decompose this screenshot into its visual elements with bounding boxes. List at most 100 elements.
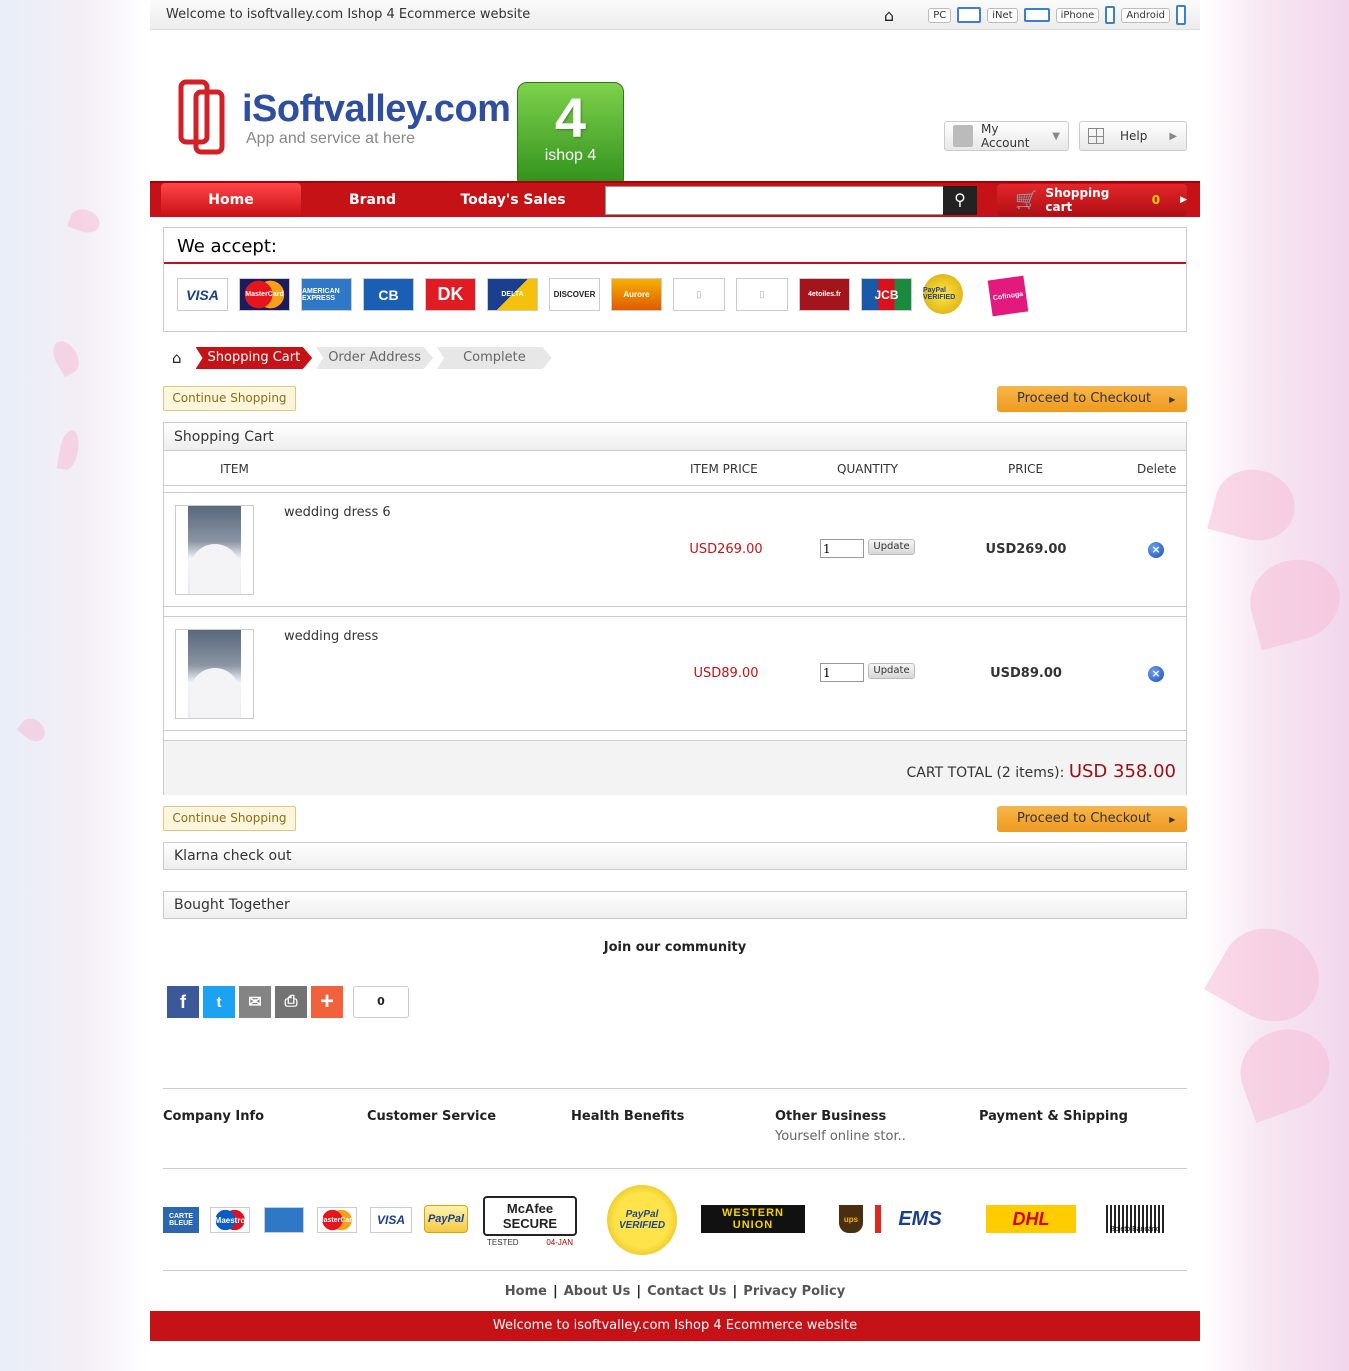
carte-bleue-logo: CARTE BLEUE bbox=[163, 1207, 199, 1233]
delta-card-logo: DELTA bbox=[487, 278, 538, 311]
device-switcher: PC iNet iPhone Android bbox=[928, 5, 1186, 25]
footer-link-home[interactable]: Home bbox=[505, 1284, 547, 1299]
continue-shopping-button[interactable]: Continue Shopping bbox=[163, 386, 296, 411]
shopping-cart-button[interactable]: 🛒 Shopping cart 0 ▶ bbox=[997, 184, 1187, 216]
bought-together-panel[interactable]: Bought Together bbox=[163, 891, 1187, 919]
product-name[interactable]: wedding dress 6 bbox=[284, 505, 391, 520]
quantity-input[interactable] bbox=[820, 663, 864, 682]
mastercard-logo: MasterCard bbox=[317, 1207, 357, 1233]
footer-link-privacy[interactable]: Privacy Policy bbox=[743, 1284, 845, 1299]
footer-link-separator: | bbox=[636, 1284, 642, 1299]
logo-tagline: App and service at here bbox=[246, 130, 415, 147]
nav-home[interactable]: Home bbox=[161, 183, 301, 217]
product-name[interactable]: wedding dress bbox=[284, 629, 378, 644]
welcome-text: Welcome to isoftvalley.com Ishop 4 Ecomm… bbox=[166, 7, 531, 22]
accepted-cards: VISA MasterCard AMERICAN EXPRESS CB DK D… bbox=[177, 274, 1029, 317]
footer-other-business-link[interactable]: Yourself online stor.. bbox=[775, 1129, 906, 1144]
delete-icon[interactable]: × bbox=[1148, 666, 1164, 682]
dk-card-logo: DK bbox=[425, 278, 476, 311]
ems-logo: EMS bbox=[875, 1205, 959, 1233]
proceed-to-checkout-button[interactable]: Proceed to Checkout ▶ bbox=[997, 386, 1187, 412]
chevron-right-icon: ▶ bbox=[1180, 195, 1187, 205]
footer-customer-service[interactable]: Customer Service bbox=[367, 1109, 496, 1124]
share-plus-icon[interactable]: + bbox=[311, 986, 343, 1018]
share-bar: f t ✉ ⎙ + 0 bbox=[167, 986, 409, 1018]
col-item: ITEM bbox=[220, 462, 249, 476]
mcafee-date: 04-JAN bbox=[546, 1237, 573, 1247]
visa-card-logo: VISA bbox=[177, 278, 228, 311]
discover-card-logo: DISCOVER bbox=[549, 278, 600, 311]
footer-link-contact[interactable]: Contact Us bbox=[647, 1284, 726, 1299]
footer-payment-shipping[interactable]: Payment & Shipping bbox=[979, 1109, 1128, 1124]
caret-right-icon: ▶ bbox=[1169, 395, 1176, 404]
line-price: USD269.00 bbox=[985, 542, 1067, 557]
home-icon[interactable]: ⌂ bbox=[884, 6, 894, 25]
visa-logo: VISA bbox=[370, 1207, 412, 1233]
background-petal bbox=[67, 205, 103, 237]
footer-company-info[interactable]: Company Info bbox=[163, 1109, 264, 1124]
chevron-right-icon: ▶ bbox=[1169, 130, 1178, 142]
email-icon[interactable]: ✉ bbox=[239, 986, 271, 1018]
4etoiles-card-logo: 4etoiles.fr bbox=[799, 278, 850, 311]
quantity-input[interactable] bbox=[820, 539, 864, 558]
ishop-badge: 4 ishop 4 bbox=[517, 82, 624, 189]
col-quantity: QUANTITY bbox=[837, 462, 898, 476]
mcafee-badge: McAfee SECURE bbox=[483, 1195, 577, 1236]
twitter-icon[interactable]: t bbox=[203, 986, 235, 1018]
background-petal bbox=[47, 336, 85, 378]
broken-image-icon: ▯ bbox=[736, 278, 788, 311]
cart-total: CART TOTAL (2 items): USD 358.00 bbox=[907, 761, 1176, 782]
background-petal bbox=[56, 428, 82, 472]
phone-icon[interactable] bbox=[1105, 6, 1116, 24]
update-button[interactable]: Update bbox=[868, 539, 915, 555]
device-pc-label[interactable]: PC bbox=[928, 7, 952, 23]
continue-shopping-button[interactable]: Continue Shopping bbox=[163, 806, 296, 831]
cart-row: wedding dress 6 USD269.00 Update USD269.… bbox=[164, 492, 1186, 607]
product-thumbnail[interactable] bbox=[175, 629, 254, 719]
footer-bottom-bar: Welcome to isoftvalley.com Ishop 4 Ecomm… bbox=[150, 1311, 1200, 1341]
paypal-logo: PayPal bbox=[424, 1205, 468, 1233]
nav-brand[interactable]: Brand bbox=[315, 183, 430, 217]
help-button[interactable]: Help ▶ bbox=[1079, 121, 1187, 151]
footer-links: Home | About Us | Contact Us | Privacy Policy bbox=[150, 1284, 1200, 1299]
footer-link-separator: | bbox=[552, 1284, 558, 1299]
android-phone-icon[interactable] bbox=[1176, 5, 1186, 25]
mcafee-tested-row: TESTED 04-JAN bbox=[483, 1236, 577, 1247]
share-count: 0 bbox=[353, 986, 409, 1018]
mcafee-tested-label: TESTED bbox=[487, 1237, 519, 1247]
device-android-label[interactable]: Android bbox=[1121, 7, 1170, 23]
home-icon[interactable]: ⌂ bbox=[172, 349, 182, 367]
device-iphone-label[interactable]: iPhone bbox=[1055, 7, 1100, 23]
monitor-icon[interactable] bbox=[957, 7, 982, 23]
user-avatar-icon bbox=[953, 125, 973, 147]
update-button[interactable]: Update bbox=[868, 663, 915, 679]
nav-todays-sales[interactable]: Today's Sales bbox=[448, 183, 578, 217]
footer-health-benefits[interactable]: Health Benefits bbox=[571, 1109, 684, 1124]
klarna-checkout-panel[interactable]: Klarna check out bbox=[163, 842, 1187, 870]
print-icon[interactable]: ⎙ bbox=[275, 986, 307, 1018]
step-order-address: Order Address bbox=[316, 347, 434, 369]
my-account-button[interactable]: My Account ▼ bbox=[944, 121, 1069, 151]
line-price: USD89.00 bbox=[990, 666, 1062, 681]
footer-link-about[interactable]: About Us bbox=[564, 1284, 631, 1299]
search-icon[interactable]: ⚲ bbox=[943, 186, 977, 215]
background-petal bbox=[1207, 460, 1303, 550]
cart-label: Shopping cart bbox=[1045, 186, 1110, 214]
boleto-bancario-logo: Boleto Bancário bbox=[1106, 1205, 1164, 1233]
logo-name[interactable]: iSoftvalley.com bbox=[242, 88, 511, 131]
delete-icon[interactable]: × bbox=[1148, 542, 1164, 558]
footer-other-business[interactable]: Other Business bbox=[775, 1109, 886, 1124]
badge-number: 4 bbox=[554, 86, 587, 149]
product-thumbnail[interactable] bbox=[175, 505, 254, 595]
western-union-logo: WESTERN UNION bbox=[701, 1205, 805, 1233]
grid-icon bbox=[1088, 128, 1104, 144]
device-inet-label[interactable]: iNet bbox=[987, 7, 1018, 23]
proceed-to-checkout-button[interactable]: Proceed to Checkout ▶ bbox=[997, 806, 1187, 832]
community-title: Join our community bbox=[603, 940, 747, 955]
tablet-icon[interactable] bbox=[1023, 8, 1050, 22]
logo-mark-icon[interactable] bbox=[178, 72, 228, 156]
mastercard-logo: MasterCard bbox=[239, 278, 290, 311]
search-input[interactable] bbox=[605, 186, 945, 215]
facebook-icon[interactable]: f bbox=[167, 986, 199, 1018]
broken-image-icon: ▯ bbox=[673, 278, 725, 311]
